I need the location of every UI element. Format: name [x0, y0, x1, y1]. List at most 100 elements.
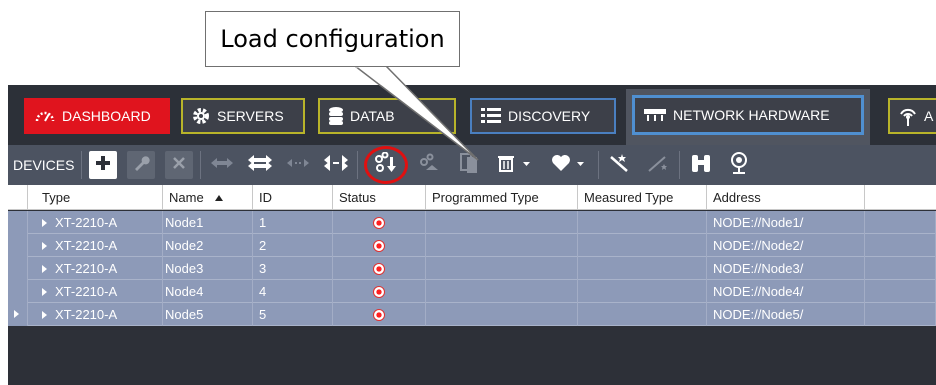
column-header-status[interactable]: Status: [333, 185, 426, 210]
status-error-icon: [373, 285, 385, 298]
tab-dashboard-label: DASHBOARD: [62, 108, 151, 124]
delete-icon: [171, 155, 187, 176]
table-row[interactable]: XT-2210-A Node1 1 NODE://Node1/: [8, 211, 936, 234]
connect-all-button[interactable]: [246, 151, 274, 179]
module-tab-bar: DASHBOARD SERVERS DATAB DISCOVERY NETWOR…: [8, 85, 936, 145]
cell-name: Node3: [163, 257, 253, 280]
connect-icon: [210, 155, 234, 176]
cell-id: 2: [253, 234, 333, 257]
column-header-id[interactable]: ID: [253, 185, 333, 210]
tab-extra-label: A: [924, 108, 934, 124]
compare-button[interactable]: [455, 151, 483, 179]
tab-servers[interactable]: SERVERS: [181, 98, 305, 134]
app-window: DASHBOARD SERVERS DATAB DISCOVERY NETWOR…: [8, 85, 936, 385]
cell-name: Node1: [163, 211, 253, 234]
table-row[interactable]: XT-2210-A Node3 3 NODE://Node3/: [8, 257, 936, 280]
cell-programmed-type: [426, 280, 578, 303]
column-header-name[interactable]: Name: [163, 185, 253, 210]
cell-address: NODE://Node4/: [707, 280, 865, 303]
column-header-address[interactable]: Address: [707, 185, 865, 210]
row-selector[interactable]: [8, 234, 28, 257]
cell-programmed-type: [426, 257, 578, 280]
disconnect-all-button[interactable]: [322, 151, 350, 179]
tab-extra[interactable]: A: [888, 98, 936, 134]
cell-measured-type: [578, 211, 707, 234]
load-configuration-button[interactable]: [364, 146, 409, 184]
connect-button[interactable]: [208, 151, 236, 179]
status-error-icon: [373, 216, 385, 229]
remove-device-button[interactable]: [165, 151, 194, 179]
table-row[interactable]: XT-2210-A Node5 5 NODE://Node5/: [8, 303, 936, 326]
column-header-measured-type-label: Measured Type: [584, 190, 674, 205]
column-header-measured-type[interactable]: Measured Type: [578, 185, 707, 210]
table-row[interactable]: XT-2210-A Node4 4 NODE://Node4/: [8, 280, 936, 303]
column-header-id-label: ID: [259, 190, 272, 205]
row-selector[interactable]: [8, 280, 28, 303]
tab-databases-label: DATAB: [350, 108, 395, 124]
cell-filler: [865, 280, 936, 303]
header-row-selector: [8, 185, 28, 210]
column-header-name-label: Name: [169, 190, 204, 205]
cell-type-text: XT-2210-A: [55, 261, 118, 276]
dashboard-icon: [34, 108, 56, 124]
cell-programmed-type: [426, 234, 578, 257]
cell-type: XT-2210-A: [28, 303, 163, 326]
devices-toolbar: DEVICES: [8, 145, 936, 185]
wand-button[interactable]: [606, 151, 634, 179]
cell-status: [333, 303, 426, 326]
column-header-type-label: Type: [42, 190, 71, 205]
save-configuration-icon: [418, 152, 444, 179]
expand-row-icon[interactable]: [42, 287, 47, 296]
tab-network-hardware[interactable]: NETWORK HARDWARE: [632, 95, 864, 135]
tab-discovery[interactable]: DISCOVERY: [470, 98, 616, 134]
tab-dashboard[interactable]: DASHBOARD: [24, 98, 170, 134]
tab-network-hardware-label: NETWORK HARDWARE: [673, 107, 830, 123]
wireless-icon: [898, 105, 918, 127]
cell-programmed-type: [426, 303, 578, 326]
expand-row-icon[interactable]: [42, 241, 47, 250]
wand-disabled-icon: [646, 152, 670, 179]
cell-measured-type: [578, 303, 707, 326]
table-row[interactable]: XT-2210-A Node2 2 NODE://Node2/: [8, 234, 936, 257]
column-header-type[interactable]: Type: [28, 185, 163, 210]
load-configuration-icon: [373, 151, 399, 179]
cell-status: [333, 280, 426, 303]
cell-type: XT-2210-A: [28, 257, 163, 280]
expand-row-icon[interactable]: [42, 310, 47, 319]
column-header-programmed-type-label: Programmed Type: [432, 190, 539, 205]
column-header-programmed-type[interactable]: Programmed Type: [426, 185, 578, 210]
row-selector[interactable]: [8, 211, 28, 234]
cell-measured-type: [578, 257, 707, 280]
wand-disabled-button[interactable]: [644, 151, 672, 179]
cell-type: XT-2210-A: [28, 280, 163, 303]
save-configuration-button[interactable]: [417, 151, 445, 179]
disconnect-button[interactable]: [284, 151, 312, 179]
toolbar-separator: [200, 151, 202, 179]
find-button[interactable]: [687, 151, 715, 179]
expand-row-icon[interactable]: [42, 218, 47, 227]
identify-button[interactable]: [725, 151, 753, 179]
cell-type-text: XT-2210-A: [55, 215, 118, 230]
devices-label: DEVICES: [13, 157, 75, 173]
tab-servers-label: SERVERS: [217, 108, 284, 124]
row-selector[interactable]: [8, 303, 28, 326]
cell-filler: [865, 211, 936, 234]
configure-device-button[interactable]: [127, 151, 156, 179]
trash-button[interactable]: [493, 151, 537, 179]
tab-databases[interactable]: DATAB: [318, 98, 456, 134]
current-row-icon: [14, 310, 19, 318]
connect-all-icon: [247, 154, 273, 177]
cell-address: NODE://Node1/: [707, 211, 865, 234]
cell-filler: [865, 303, 936, 326]
add-icon: [94, 154, 112, 177]
compare-icon: [459, 152, 479, 179]
cell-type-text: XT-2210-A: [55, 238, 118, 253]
cell-filler: [865, 257, 936, 280]
add-device-button[interactable]: [89, 151, 118, 179]
wand-icon: [608, 152, 632, 179]
expand-row-icon[interactable]: [42, 264, 47, 273]
row-selector[interactable]: [8, 257, 28, 280]
favorite-button[interactable]: [547, 151, 591, 179]
cell-address: NODE://Node3/: [707, 257, 865, 280]
cell-id: 5: [253, 303, 333, 326]
